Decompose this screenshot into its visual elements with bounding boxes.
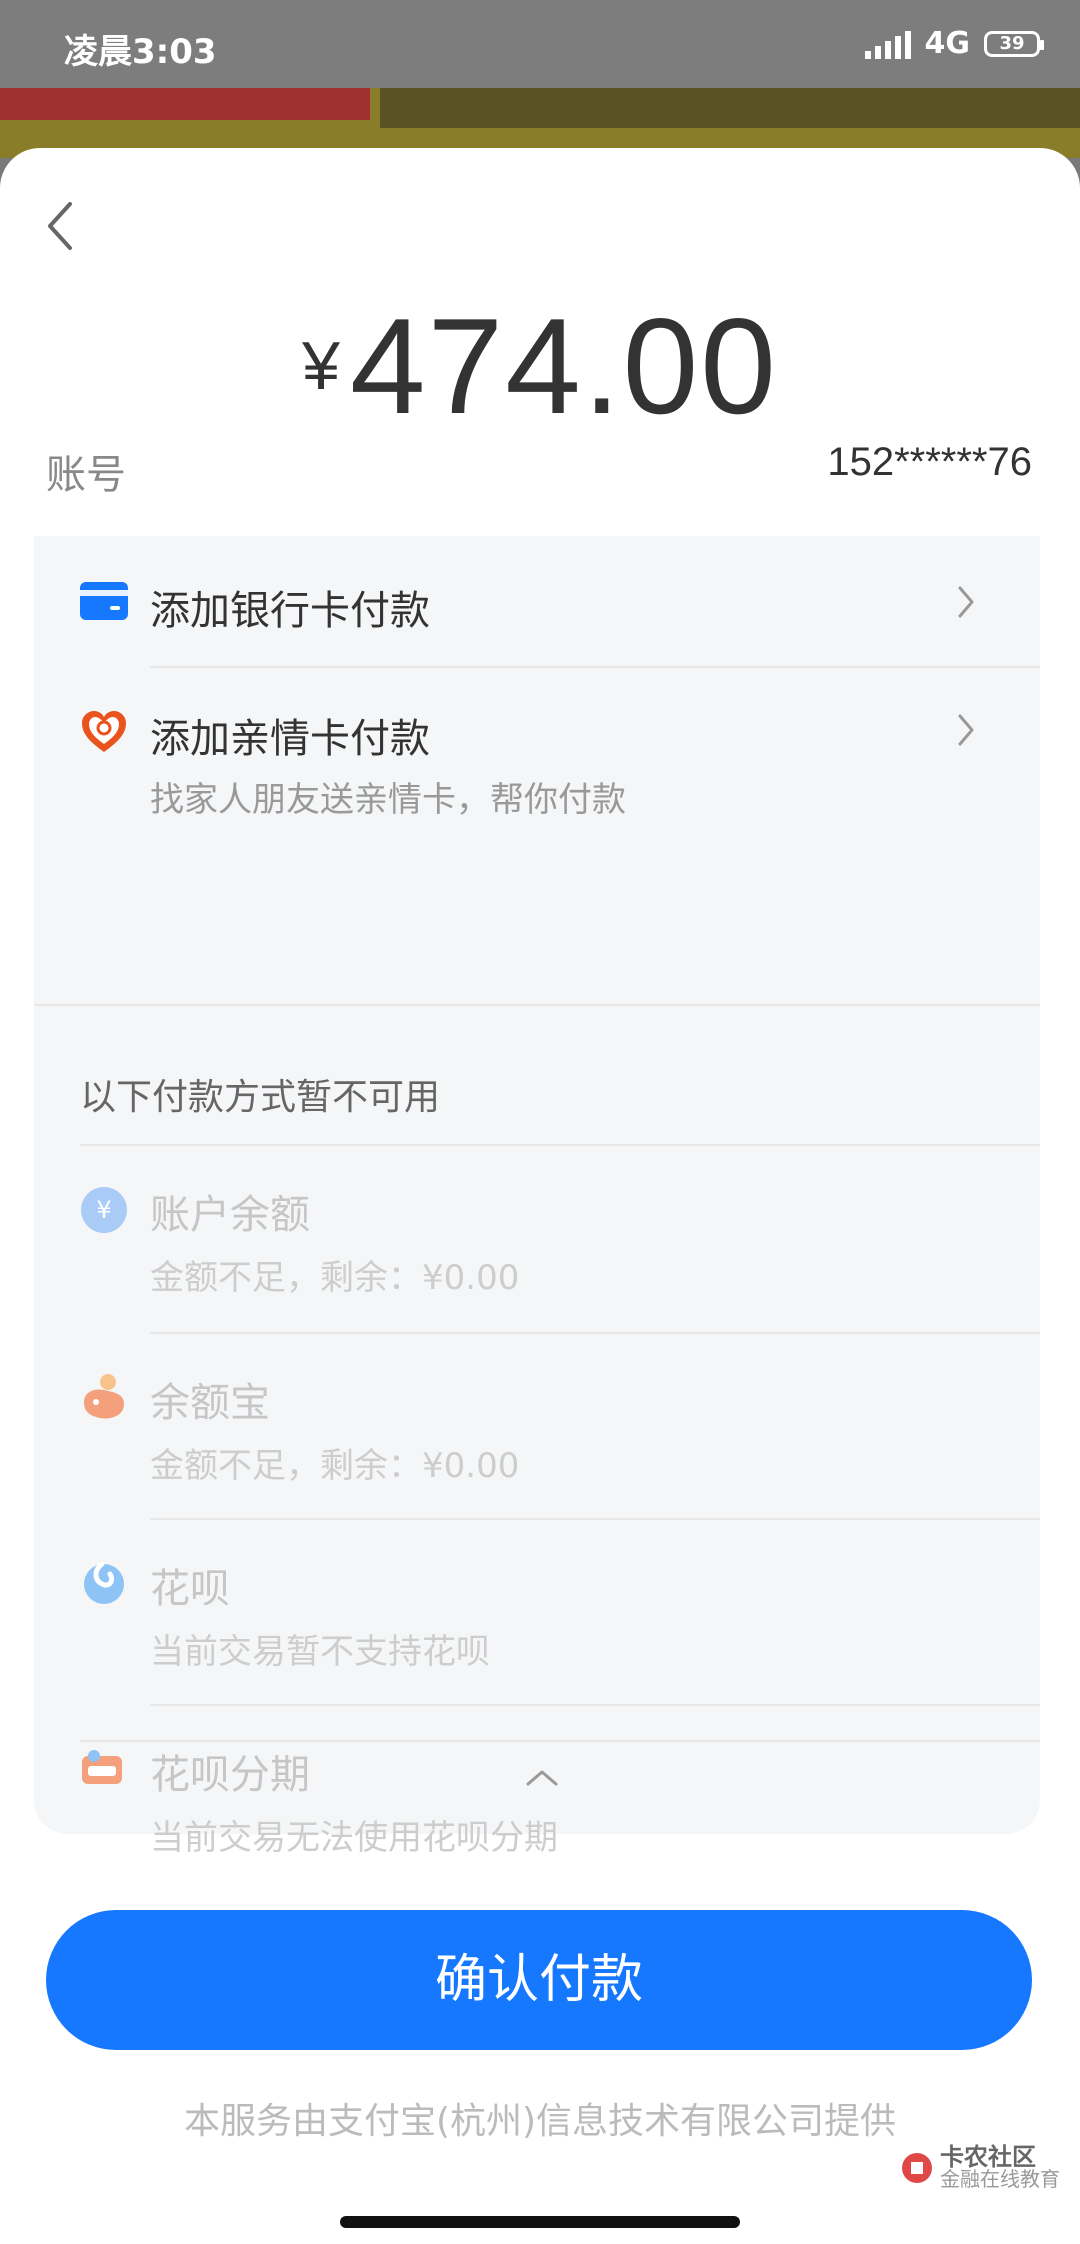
- method-huabei-installment-row: 花呗分期 当前交易无法使用花呗分期: [34, 1706, 1040, 1892]
- huabei-icon: [84, 1561, 124, 1604]
- method-subtitle: 当前交易无法使用花呗分期: [150, 1818, 558, 1858]
- home-indicator[interactable]: [340, 2216, 740, 2228]
- payment-sheet: ¥474.00 账号 152******76 添加银行卡付款 添加亲情卡付款 找…: [0, 148, 1080, 2244]
- watermark: 卡农社区 金融在线教育: [900, 2143, 1060, 2191]
- method-title: 花呗分期: [150, 1752, 310, 1798]
- watermark-subtitle: 金融在线教育: [940, 2167, 1060, 2191]
- method-balance-row: ¥ 账户余额 金额不足，剩余：¥0.00: [34, 1146, 1040, 1332]
- balance-icon: ¥: [81, 1187, 127, 1233]
- add-family-card-label: 添加亲情卡付款: [150, 716, 430, 762]
- add-bank-card-row[interactable]: 添加银行卡付款: [34, 536, 1040, 666]
- payment-amount: ¥474.00: [0, 288, 1080, 444]
- method-title: 余额宝: [150, 1380, 270, 1426]
- collapse-chevron-icon[interactable]: [522, 1766, 562, 1790]
- status-bar: 凌晨3:03 4G 39: [0, 0, 1080, 88]
- currency-symbol: ¥: [302, 328, 340, 404]
- bank-card-icon: [80, 582, 128, 620]
- method-subtitle: 金额不足，剩余：¥0.00: [150, 1258, 520, 1298]
- battery-level: 39: [999, 32, 1025, 54]
- method-subtitle: 金额不足，剩余：¥0.00: [150, 1446, 520, 1486]
- back-chevron-icon[interactable]: [34, 190, 90, 262]
- method-title: 账户余额: [150, 1192, 310, 1238]
- add-family-card-row[interactable]: 添加亲情卡付款 找家人朋友送亲情卡，帮你付款: [34, 668, 1040, 868]
- method-subtitle: 当前交易暂不支持花呗: [150, 1632, 490, 1672]
- divider: [80, 1740, 1040, 1742]
- battery-icon: 39: [984, 30, 1044, 57]
- payment-methods-panel: 添加银行卡付款 添加亲情卡付款 找家人朋友送亲情卡，帮你付款 以下付款方式暂不可…: [34, 536, 1040, 1858]
- signal-icon: [864, 29, 911, 59]
- method-huabei-row: 花呗 当前交易暂不支持花呗: [34, 1520, 1040, 1706]
- watermark-logo-icon: [902, 2153, 932, 2183]
- huabei-installment-icon: [82, 1750, 122, 1784]
- add-bank-card-label: 添加银行卡付款: [150, 588, 430, 634]
- network-type: 4G: [924, 26, 971, 61]
- chevron-right-icon: [958, 714, 974, 746]
- unavailable-section-label: 以下付款方式暂不可用: [80, 1077, 441, 1118]
- confirm-payment-button[interactable]: 确认付款: [46, 1910, 1032, 2050]
- yuebao-icon: [84, 1374, 124, 1419]
- chevron-right-icon: [958, 586, 974, 618]
- add-family-card-subtitle: 找家人朋友送亲情卡，帮你付款: [150, 780, 626, 820]
- section-divider: [34, 1004, 1040, 1006]
- account-label: 账号: [46, 452, 126, 498]
- watermark-title: 卡农社区: [940, 2143, 1036, 2171]
- status-indicators: 4G 39: [864, 26, 1044, 61]
- heart-card-icon: [82, 711, 126, 752]
- status-time: 凌晨3:03: [64, 32, 217, 72]
- method-yuebao-row: 余额宝 金额不足，剩余：¥0.00: [34, 1334, 1040, 1520]
- account-value: 152******76: [827, 440, 1032, 484]
- footer-provider-text: 本服务由支付宝(杭州)信息技术有限公司提供: [183, 2101, 897, 2142]
- svg-text:¥: ¥: [96, 1196, 111, 1224]
- amount-value: 474.00: [349, 290, 778, 442]
- method-title: 花呗: [150, 1566, 230, 1612]
